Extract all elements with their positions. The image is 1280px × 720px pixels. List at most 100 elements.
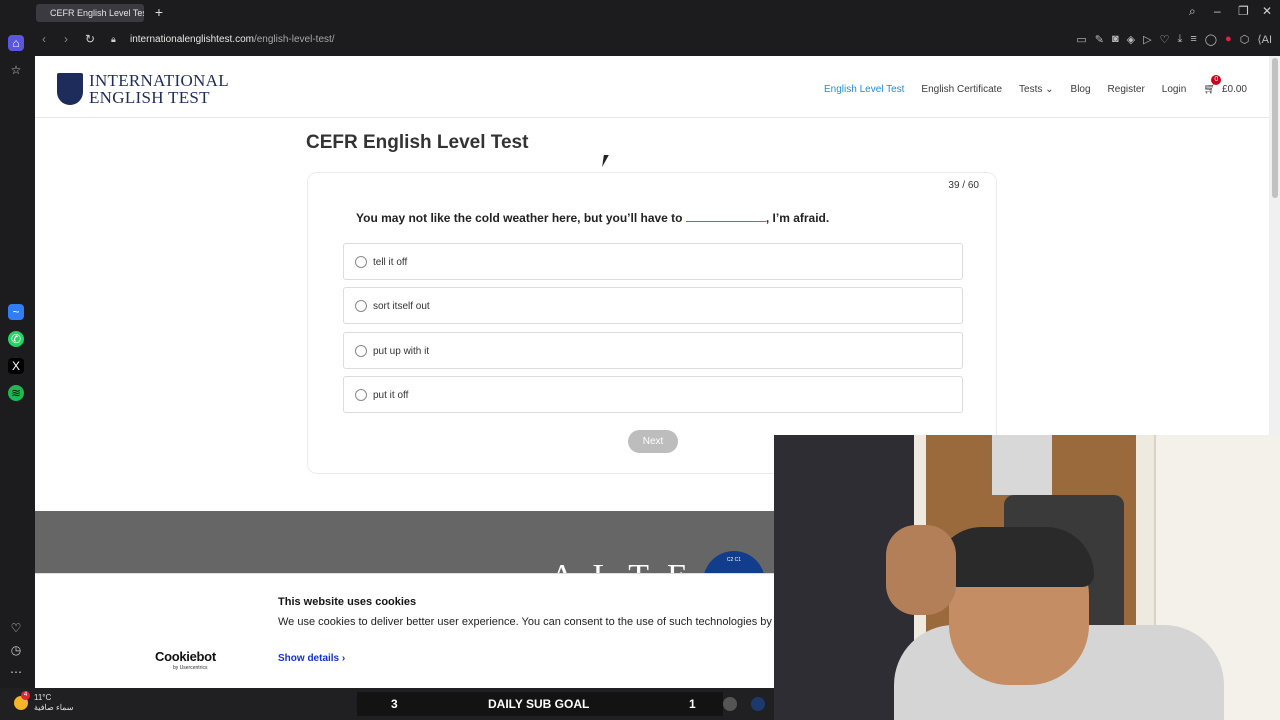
address-bar: ‹ › ↻ 🔒︎ internationalenglishtest.com/en… bbox=[32, 28, 1280, 52]
radio-button[interactable] bbox=[355, 300, 367, 312]
answer-option[interactable]: sort itself out bbox=[343, 287, 963, 324]
question-before: You may not like the cold weather here, … bbox=[356, 211, 683, 225]
chevron-right-icon: › bbox=[341, 653, 346, 664]
radio-button[interactable] bbox=[355, 389, 367, 401]
ai-icon[interactable]: ⟨AI bbox=[1257, 33, 1272, 46]
answer-option[interactable]: put up with it bbox=[343, 332, 963, 369]
webcam-flag bbox=[992, 435, 1052, 495]
obs-icon[interactable] bbox=[723, 697, 737, 711]
tabs-icon[interactable]: ▭ bbox=[1076, 33, 1086, 46]
steam-icon[interactable] bbox=[751, 697, 765, 711]
minimize-icon[interactable]: – bbox=[1214, 4, 1221, 18]
cart-button[interactable]: 🛒︎ 0 £0.00 bbox=[1203, 75, 1247, 95]
option-label: tell it off bbox=[373, 257, 408, 268]
scrollbar-thumb[interactable] bbox=[1272, 58, 1278, 198]
option-label: put up with it bbox=[373, 346, 430, 357]
sub-goal-label: DAILY SUB GOAL bbox=[488, 697, 590, 711]
messenger-icon[interactable]: ~ bbox=[8, 304, 24, 320]
option-label: sort itself out bbox=[373, 301, 430, 312]
tab-bar: CEFR English Level Test - I + ⌕ – ❐ ✕ bbox=[0, 0, 1280, 26]
weather-text: 11°C سماء صافية bbox=[34, 693, 74, 713]
lock-icon: 🔒︎ bbox=[111, 34, 116, 44]
cookiebot-logo: Cookiebot bbox=[155, 649, 216, 664]
radio-button[interactable] bbox=[355, 256, 367, 268]
logo-line1: INTERNATIONAL bbox=[89, 71, 229, 90]
x-icon[interactable]: X bbox=[8, 358, 24, 374]
back-icon[interactable]: ‹ bbox=[42, 32, 46, 46]
cart-total: £0.00 bbox=[1221, 84, 1247, 95]
history-icon[interactable]: ◷ bbox=[8, 642, 24, 658]
chevron-down-icon: ⌄ bbox=[1045, 84, 1054, 95]
nav-blog[interactable]: Blog bbox=[1071, 84, 1091, 95]
play-icon[interactable]: ▷ bbox=[1143, 33, 1151, 46]
question-progress: 39 / 60 bbox=[948, 180, 979, 191]
weather-badge: 4 bbox=[21, 691, 30, 700]
reload-icon[interactable]: ↻ bbox=[85, 32, 95, 46]
page-title: CEFR English Level Test bbox=[306, 132, 529, 153]
close-icon[interactable]: ✕ bbox=[1262, 4, 1272, 18]
extension-icons: ▭ ✎ ◙ ◈ ▷ ♡ ⤓ ≡ ◯ ● ⬡ ⟨AI bbox=[1076, 33, 1272, 46]
sub-goal-left: 3 bbox=[391, 697, 398, 711]
answer-option[interactable]: put it off bbox=[343, 376, 963, 413]
option-label: put it off bbox=[373, 390, 409, 401]
cookie-title: This website uses cookies bbox=[278, 596, 417, 608]
download-icon[interactable]: ⤓ bbox=[1177, 33, 1182, 46]
show-details-label: Show details bbox=[278, 653, 340, 664]
answer-option[interactable]: tell it off bbox=[343, 243, 963, 280]
browser-sidebar: O ⌂ ☆ ~ ✆ X ≋ ♡ ◷ ⋯ bbox=[0, 0, 32, 720]
question-after: , I’m afraid. bbox=[765, 211, 830, 225]
new-tab-icon[interactable]: + bbox=[152, 5, 166, 19]
shield-icon[interactable]: ◈ bbox=[1127, 33, 1135, 46]
shield-logo-icon bbox=[57, 73, 83, 105]
more-icon[interactable]: ⋯ bbox=[8, 664, 24, 680]
url-path: /english-level-test/ bbox=[253, 34, 335, 45]
nav-register[interactable]: Register bbox=[1108, 84, 1145, 95]
url-field[interactable]: internationalenglishtest.com/english-lev… bbox=[130, 34, 335, 45]
site-header: INTERNATIONAL ENGLISH TEST English Level… bbox=[35, 56, 1269, 118]
logo-text: INTERNATIONAL ENGLISH TEST bbox=[89, 72, 229, 106]
logo-line2: ENGLISH TEST bbox=[89, 88, 210, 107]
webcam-overlay bbox=[774, 435, 1280, 720]
cookie-text: We use cookies to deliver better user ex… bbox=[278, 616, 787, 628]
screen: O ⌂ ☆ ~ ✆ X ≋ ♡ ◷ ⋯ CEFR English Level T… bbox=[0, 0, 1280, 720]
nav-english-certificate[interactable]: English Certificate bbox=[921, 84, 1002, 95]
heart-icon[interactable]: ♡ bbox=[1160, 33, 1170, 46]
edit-icon[interactable]: ✎ bbox=[1095, 33, 1104, 46]
adblock-icon[interactable]: ● bbox=[1225, 33, 1232, 46]
nav-english-level-test[interactable]: English Level Test bbox=[824, 84, 904, 95]
question-card: 39 / 60 You may not like the cold weathe… bbox=[307, 172, 997, 474]
cart-count-badge: 0 bbox=[1211, 75, 1222, 85]
spotify-icon[interactable]: ≋ bbox=[8, 385, 24, 401]
heart-icon[interactable]: ♡ bbox=[8, 620, 24, 636]
webcam-person-hand bbox=[886, 525, 956, 615]
next-button[interactable]: Next bbox=[628, 430, 678, 453]
show-details-link[interactable]: Show details › bbox=[278, 653, 345, 664]
browser-tab[interactable]: CEFR English Level Test - I bbox=[36, 4, 144, 22]
search-icon[interactable]: ⌕ bbox=[1189, 4, 1196, 19]
menu-icon[interactable]: ≡ bbox=[1190, 33, 1196, 46]
webcam-person-cap bbox=[934, 527, 1094, 587]
cart-icon: 🛒︎ bbox=[1203, 84, 1216, 95]
nav-login[interactable]: Login bbox=[1162, 84, 1186, 95]
radio-button[interactable] bbox=[355, 345, 367, 357]
star-icon[interactable]: ☆ bbox=[8, 62, 24, 78]
question-text: You may not like the cold weather here, … bbox=[356, 211, 829, 225]
profile-icon[interactable]: ◯ bbox=[1205, 33, 1217, 46]
forward-icon[interactable]: › bbox=[64, 32, 68, 46]
site-logo[interactable]: INTERNATIONAL ENGLISH TEST bbox=[57, 72, 229, 106]
whatsapp-icon[interactable]: ✆ bbox=[8, 331, 24, 347]
url-host: internationalenglishtest.com bbox=[130, 34, 254, 45]
question-blank bbox=[685, 211, 766, 222]
main-nav: English Level Test English Certificate T… bbox=[824, 75, 1247, 95]
sub-goal-right: 1 bbox=[689, 697, 696, 711]
camera-icon[interactable]: ◙ bbox=[1112, 33, 1119, 46]
cookiebot-sub: by Usercentrics bbox=[173, 665, 208, 671]
cube-icon[interactable]: ⬡ bbox=[1240, 33, 1250, 46]
weather-temp: 11°C bbox=[34, 693, 52, 702]
sub-goal-overlay: 3 DAILY SUB GOAL 1 bbox=[357, 692, 723, 716]
home-icon[interactable]: ⌂ bbox=[8, 35, 24, 51]
weather-desc: سماء صافية bbox=[34, 703, 74, 712]
restore-icon[interactable]: ❐ bbox=[1238, 4, 1249, 18]
nav-tests-label: Tests bbox=[1019, 84, 1043, 95]
nav-tests[interactable]: Tests ⌄ bbox=[1019, 84, 1054, 95]
